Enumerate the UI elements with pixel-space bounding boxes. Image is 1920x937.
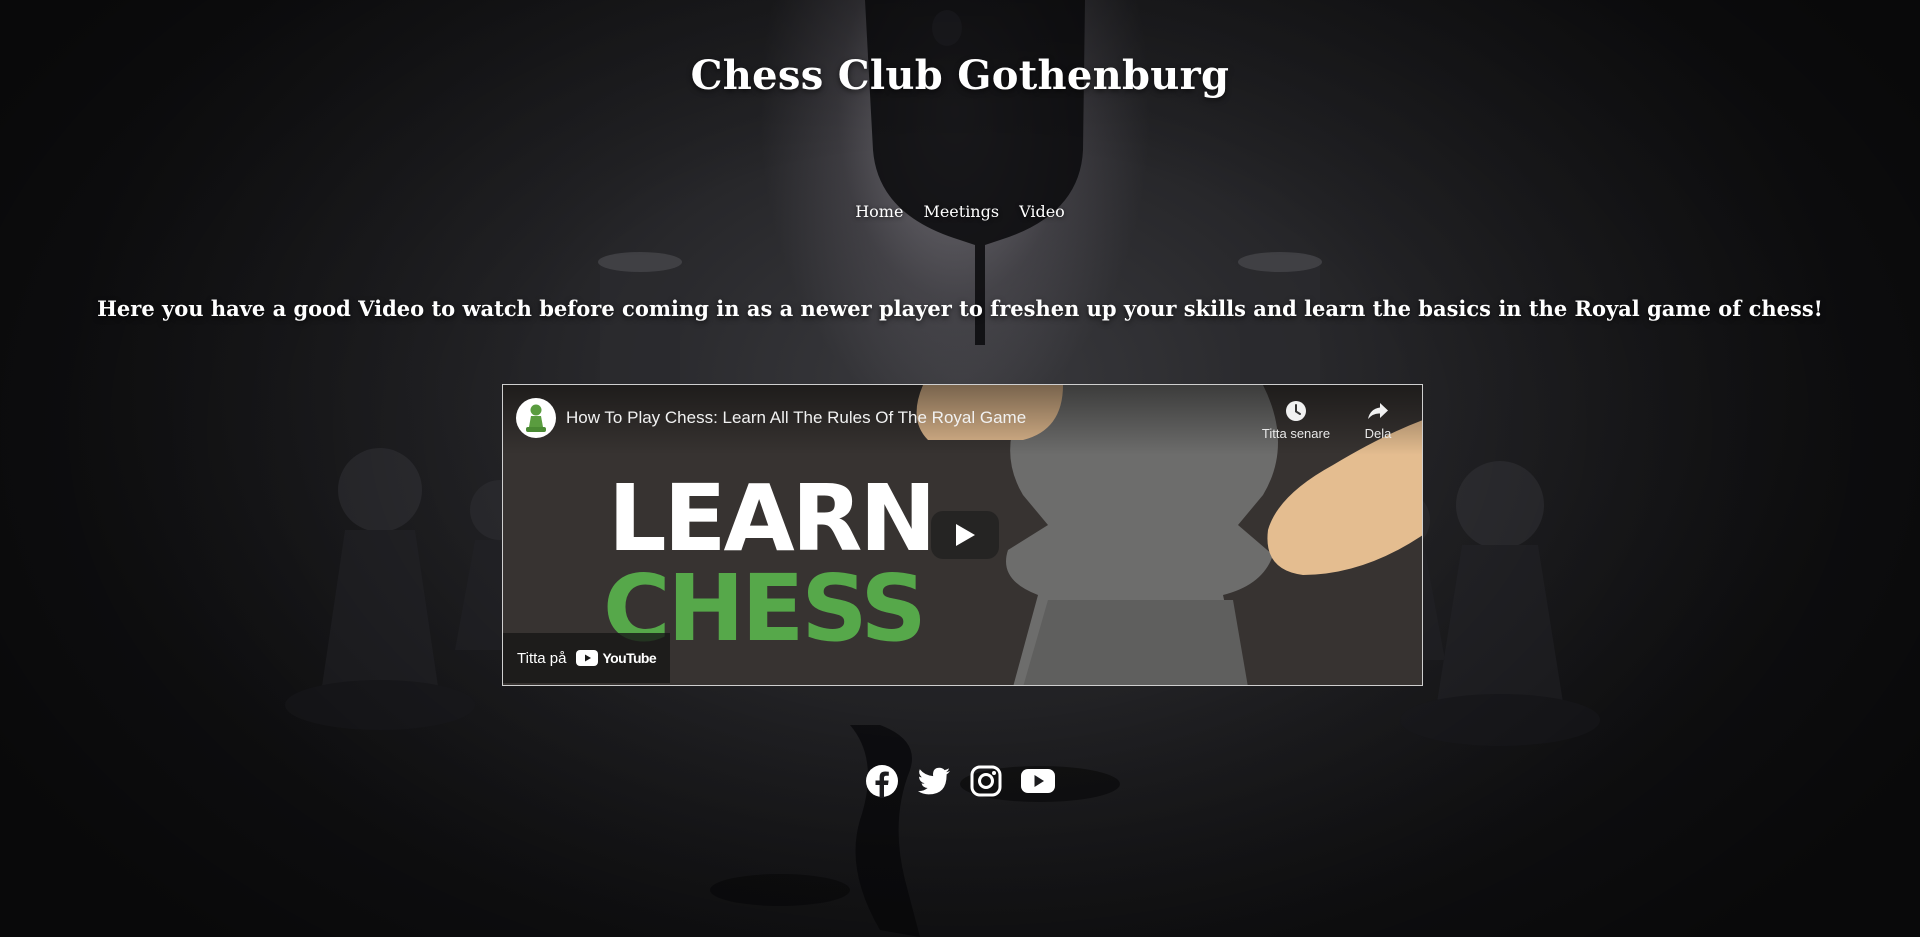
youtube-video-embed[interactable]: How To Play Chess: Learn All The Rules O… — [502, 384, 1423, 686]
social-links — [0, 764, 1920, 798]
nav-item-video[interactable]: Video — [1019, 202, 1065, 221]
watch-later-label: Titta senare — [1261, 426, 1331, 441]
clock-icon — [1286, 401, 1306, 421]
nav-item-meetings[interactable]: Meetings — [923, 202, 999, 221]
pawn-icon — [526, 404, 546, 432]
instagram-icon — [970, 765, 1002, 797]
video-title[interactable]: How To Play Chess: Learn All The Rules O… — [566, 408, 1026, 428]
twitter-icon — [917, 767, 950, 795]
facebook-icon — [866, 765, 898, 798]
play-icon — [956, 524, 975, 546]
facebook-link[interactable] — [865, 764, 899, 798]
youtube-play-icon — [576, 650, 599, 666]
youtube-link[interactable] — [1021, 764, 1055, 798]
nav-item-home[interactable]: Home — [855, 202, 903, 221]
youtube-icon — [1021, 769, 1055, 793]
main-nav: Home Meetings Video — [0, 202, 1920, 221]
intro-text: Here you have a good Video to watch befo… — [97, 296, 1823, 321]
thumbnail-learn-text: LEARN — [608, 465, 937, 572]
channel-avatar[interactable] — [516, 398, 556, 438]
watch-on-youtube-button[interactable]: Titta på YouTube — [503, 633, 671, 683]
share-icon — [1368, 403, 1388, 419]
site-title[interactable]: Chess Club Gothenburg — [0, 52, 1920, 99]
share-button[interactable]: Dela — [1338, 398, 1418, 441]
share-label: Dela — [1364, 426, 1392, 441]
youtube-logo: YouTube — [576, 650, 657, 666]
youtube-wordmark: YouTube — [602, 650, 657, 666]
watch-on-label: Titta på — [517, 649, 567, 667]
watch-later-button[interactable]: Titta senare — [1256, 398, 1336, 441]
twitter-link[interactable] — [917, 764, 951, 798]
play-button[interactable] — [931, 511, 999, 559]
instagram-link[interactable] — [969, 764, 1003, 798]
